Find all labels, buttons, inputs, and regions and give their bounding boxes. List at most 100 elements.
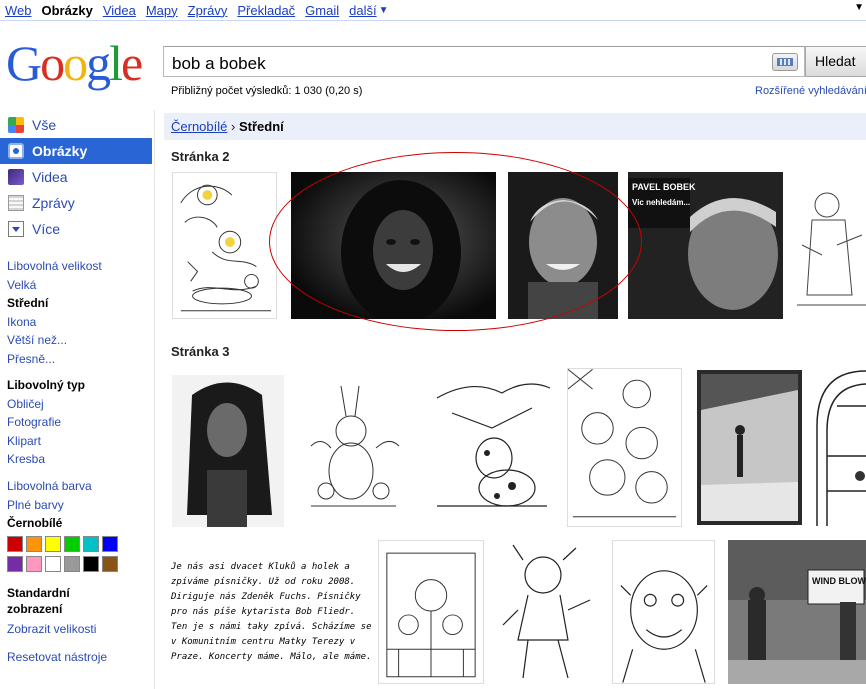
topnav-web[interactable]: Web <box>5 3 32 18</box>
image-thumb-bunny-drawing[interactable] <box>301 376 406 519</box>
filter-type-clipart[interactable]: Klipart <box>7 432 85 451</box>
topnav-videos[interactable]: Videa <box>103 3 136 18</box>
filter-color-bw[interactable]: Černobílé <box>7 514 92 533</box>
top-divider <box>0 20 866 21</box>
filter-size-icon[interactable]: Ikona <box>7 313 102 332</box>
lineart-art <box>797 192 866 306</box>
page-label: Stránka 3 <box>171 344 230 359</box>
color-swatch[interactable] <box>7 536 23 552</box>
news-icon <box>8 195 24 211</box>
all-icon <box>8 117 24 133</box>
sidebar-item-images[interactable]: Obrázky <box>0 138 152 164</box>
sidebar-item-label: Vše <box>32 117 57 133</box>
portrait-photo-art <box>172 375 284 527</box>
album-title-text: PAVEL BOBEK <box>632 182 696 192</box>
sidebar-item-label: Obrázky <box>32 143 88 159</box>
image-thumb-bob-marley-photo[interactable] <box>291 172 496 319</box>
color-swatch[interactable] <box>64 556 80 572</box>
breadcrumb-separator: › <box>231 119 236 134</box>
view-show-sizes[interactable]: Zobrazit velikosti <box>7 620 107 639</box>
search-input[interactable]: bob a bobek <box>163 46 805 77</box>
image-thumb-stained-glass-arch[interactable] <box>815 366 866 527</box>
image-thumb-pavel-bobek-album[interactable]: PAVEL BOBEK Vic nehledám... <box>628 172 783 319</box>
videos-icon <box>8 169 24 185</box>
filter-size-medium[interactable]: Střední <box>7 294 102 313</box>
image-thumb-shrek-drawing[interactable] <box>612 540 715 684</box>
breadcrumb-parent[interactable]: Černobílé <box>171 119 227 134</box>
color-filter-group: Libovolná barva Plné barvy Černobílé <box>7 477 92 533</box>
top-nav-bar: Web Obrázky Videa Mapy Zprávy Překladač … <box>0 0 866 20</box>
sidebar-item-videos[interactable]: Videa <box>0 164 152 190</box>
color-swatch[interactable] <box>45 536 61 552</box>
filter-type-photo[interactable]: Fotografie <box>7 413 85 432</box>
topnav-news[interactable]: Zprávy <box>188 3 228 18</box>
advanced-search-link[interactable]: Rozšířené vyhledávání <box>755 85 866 97</box>
filter-size-any[interactable]: Libovolná velikost <box>7 257 102 276</box>
handwritten-note-text[interactable]: Je nás asi dvacet Kluků a holek a zpívám… <box>171 560 373 662</box>
image-thumb-cartoon-mouse[interactable] <box>498 540 598 684</box>
topnav-more[interactable]: další <box>349 3 376 18</box>
protest-photo-art: WIND BLOW <box>728 540 866 684</box>
color-swatches <box>7 536 127 576</box>
image-thumb-bob-marley-dreadlocks[interactable] <box>172 375 284 527</box>
search-query-text: bob a bobek <box>172 54 266 73</box>
color-swatch[interactable] <box>26 556 42 572</box>
image-thumb-red-riding-hood[interactable] <box>797 185 866 319</box>
street-photo-art <box>697 370 802 525</box>
color-swatch[interactable] <box>83 536 99 552</box>
sidebar-item-news[interactable]: Zprávy <box>0 190 152 216</box>
image-thumb-bugs-drawing[interactable] <box>567 368 682 527</box>
keyboard-icon[interactable] <box>772 53 798 71</box>
account-menu-arrow-icon[interactable]: ▼ <box>854 2 864 13</box>
view-standard[interactable]: Standardní zobrazení <box>7 585 87 617</box>
color-swatch[interactable] <box>26 536 42 552</box>
lineart-art <box>436 383 551 507</box>
filter-type-lineart[interactable]: Kresba <box>7 450 85 469</box>
lineart-art <box>386 552 476 678</box>
bee-drawing-art <box>180 184 272 312</box>
image-thumb-pavel-bobek-photo-1[interactable] <box>508 172 618 319</box>
portrait-photo-art <box>508 172 618 319</box>
filter-type-face[interactable]: Obličej <box>7 395 85 414</box>
sidebar-item-label: Zprávy <box>32 195 75 211</box>
breadcrumb: Černobílé › Střední <box>164 113 866 140</box>
lineart-art <box>816 370 866 526</box>
sidebar-item-label: Více <box>32 221 61 237</box>
color-swatch[interactable] <box>102 556 118 572</box>
view-filter-group: Standardní zobrazení Zobrazit velikosti … <box>7 585 107 666</box>
lineart-art <box>568 369 677 518</box>
image-thumb-bw-street-photo[interactable] <box>697 370 802 525</box>
filter-color-full[interactable]: Plné barvy <box>7 496 92 515</box>
search-button[interactable]: Hledat <box>805 46 866 77</box>
reset-tools-link[interactable]: Resetovat nástroje <box>7 648 107 667</box>
chevron-down-icon[interactable]: ▼ <box>379 5 389 16</box>
image-thumb-flower-window[interactable] <box>378 540 484 684</box>
color-swatch[interactable] <box>7 556 23 572</box>
album-subtitle-text: Vic nehledám... <box>632 198 690 207</box>
lineart-art <box>310 385 400 507</box>
filter-size-exact[interactable]: Přesně... <box>7 350 102 369</box>
filter-color-any[interactable]: Libovolná barva <box>7 477 92 496</box>
filter-size-large[interactable]: Velká <box>7 276 102 295</box>
images-icon <box>8 143 24 159</box>
topnav-maps[interactable]: Mapy <box>146 3 178 18</box>
lineart-art <box>502 544 591 679</box>
filter-size-larger-than[interactable]: Větší než... <box>7 331 102 350</box>
topnav-translate[interactable]: Překladač <box>237 3 295 18</box>
topnav-images[interactable]: Obrázky <box>42 3 93 18</box>
color-swatch[interactable] <box>64 536 80 552</box>
sidebar-item-more[interactable]: Více <box>0 216 152 242</box>
image-thumb-wind-blow-protest[interactable]: WIND BLOW <box>728 540 866 684</box>
sidebar-item-all[interactable]: Vše <box>0 112 152 138</box>
image-thumb-dalmatian-drawing[interactable] <box>432 368 552 513</box>
image-thumb-bee-drawing[interactable] <box>172 172 277 319</box>
size-filter-group: Libovolná velikost Velká Střední Ikona V… <box>7 257 102 369</box>
filter-type-any[interactable]: Libovolný typ <box>7 376 85 395</box>
topnav-gmail[interactable]: Gmail <box>305 3 339 18</box>
color-swatch[interactable] <box>83 556 99 572</box>
type-filter-group: Libovolný typ Obličej Fotografie Klipart… <box>7 376 85 469</box>
breadcrumb-current: Střední <box>238 119 284 134</box>
google-logo[interactable]: Google <box>6 34 146 92</box>
color-swatch[interactable] <box>45 556 61 572</box>
color-swatch[interactable] <box>102 536 118 552</box>
